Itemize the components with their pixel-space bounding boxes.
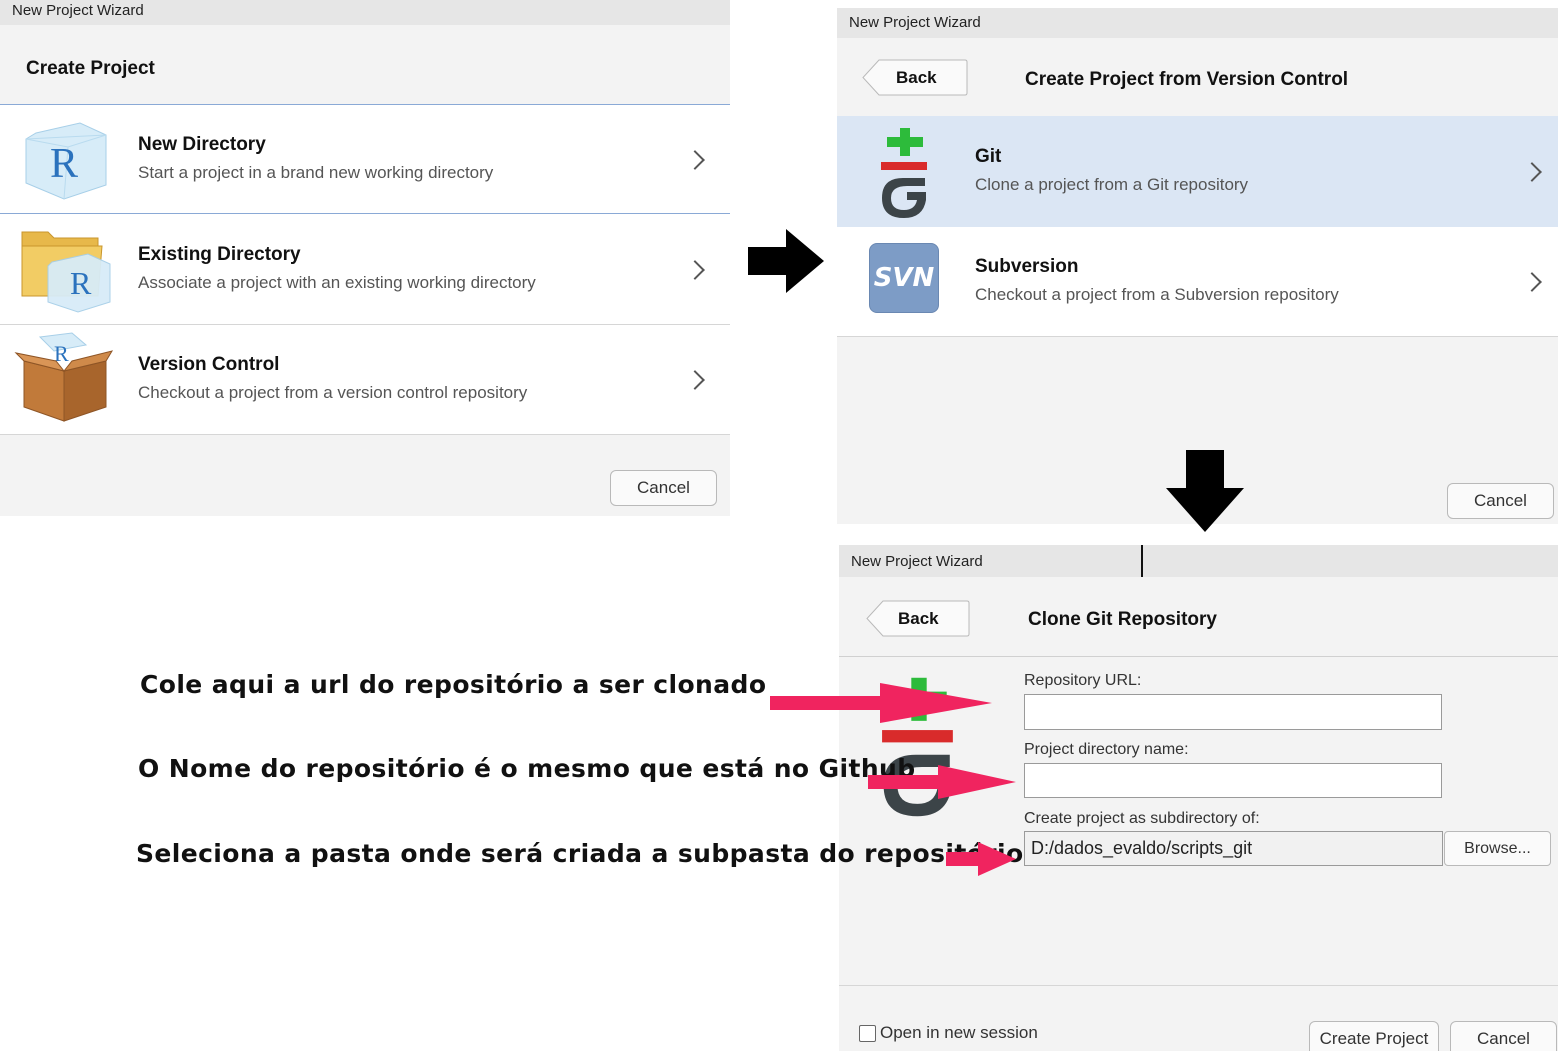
project-directory-name-label: Project directory name: xyxy=(1024,741,1189,758)
title-divider xyxy=(1141,545,1143,581)
option-title: Git xyxy=(975,146,1002,167)
option-description: Checkout a project from a version contro… xyxy=(138,383,528,402)
svn-icon: SVN xyxy=(869,243,939,313)
chevron-right-icon xyxy=(1522,272,1542,292)
page-title: Create Project from Version Control xyxy=(1025,69,1349,90)
repository-url-label: Repository URL: xyxy=(1024,672,1142,689)
arrow-down-icon xyxy=(1166,450,1244,532)
panel-header: Back Clone Git Repository xyxy=(839,577,1558,657)
option-title: New Directory xyxy=(138,134,266,155)
annotation-name-note: O Nome do repositório é o mesmo que está… xyxy=(138,754,916,783)
pink-arrow-icon xyxy=(868,765,1016,799)
page-title: Create Project xyxy=(26,58,155,79)
chevron-right-icon xyxy=(685,150,705,170)
option-title: Version Control xyxy=(138,354,280,375)
open-new-session-label[interactable]: Open in new session xyxy=(880,1023,1038,1043)
subdirectory-path-field: D:/dados_evaldo/scripts_git xyxy=(1024,831,1443,866)
r-cube-icon: R xyxy=(22,119,108,201)
window-title: New Project Wizard xyxy=(837,8,1558,38)
window-title: New Project Wizard xyxy=(0,0,730,25)
page-title: Clone Git Repository xyxy=(1028,609,1217,630)
back-button-label: Back xyxy=(898,609,939,628)
option-description: Start a project in a brand new working d… xyxy=(138,163,494,182)
pink-arrow-icon xyxy=(946,842,1016,876)
wizard-panel-version-control: New Project Wizard Back Create Project f… xyxy=(837,8,1558,524)
cancel-button[interactable]: Cancel xyxy=(610,470,717,506)
project-directory-name-input[interactable] xyxy=(1024,763,1442,798)
option-description: Associate a project with an existing wor… xyxy=(138,273,536,292)
option-git[interactable]: Git Clone a project from a Git repositor… xyxy=(837,116,1558,227)
arrow-right-icon xyxy=(748,229,824,293)
annotation-url-note: Cole aqui a url do repositório a ser clo… xyxy=(140,670,767,699)
open-new-session-checkbox[interactable] xyxy=(859,1025,876,1042)
create-project-button[interactable]: Create Project xyxy=(1309,1021,1439,1051)
repository-url-input[interactable] xyxy=(1024,694,1442,730)
subdirectory-label: Create project as subdirectory of: xyxy=(1024,810,1260,827)
folder-r-icon: R xyxy=(18,222,118,314)
svn-icon-text: SVN xyxy=(873,263,935,293)
svg-text:R: R xyxy=(70,265,92,301)
panel-header: Create Project xyxy=(0,25,730,105)
option-version-control[interactable]: R Version Control Checkout a project fro… xyxy=(0,325,730,435)
chevron-right-icon xyxy=(1522,162,1542,182)
option-title: Subversion xyxy=(975,256,1079,277)
option-title: Existing Directory xyxy=(138,244,301,265)
footer-divider xyxy=(839,985,1558,986)
option-new-directory[interactable]: R New Directory Start a project in a bra… xyxy=(0,105,730,214)
cancel-button[interactable]: Cancel xyxy=(1450,1021,1557,1051)
back-button[interactable]: Back xyxy=(861,59,968,96)
back-button-label: Back xyxy=(896,68,937,87)
annotation-folder-note: Seleciona a pasta onde será criada a sub… xyxy=(136,839,1024,868)
back-button[interactable]: Back xyxy=(865,600,970,637)
chevron-right-icon xyxy=(685,370,705,390)
git-icon xyxy=(879,128,931,218)
panel-header: Back Create Project from Version Control xyxy=(837,38,1558,116)
box-icon: R xyxy=(14,331,114,427)
option-description: Clone a project from a Git repository xyxy=(975,175,1249,194)
option-subversion[interactable]: SVN Subversion Checkout a project from a… xyxy=(837,227,1558,337)
pink-arrow-icon xyxy=(770,683,992,723)
browse-button[interactable]: Browse... xyxy=(1444,831,1551,866)
cancel-button[interactable]: Cancel xyxy=(1447,483,1554,519)
svg-text:R: R xyxy=(50,141,78,187)
window-title: New Project Wizard xyxy=(839,545,1558,577)
chevron-right-icon xyxy=(685,260,705,280)
option-description: Checkout a project from a Subversion rep… xyxy=(975,285,1339,304)
option-existing-directory[interactable]: R Existing Directory Associate a project… xyxy=(0,214,730,325)
wizard-panel-create-project: New Project Wizard Create Project R New … xyxy=(0,0,730,516)
